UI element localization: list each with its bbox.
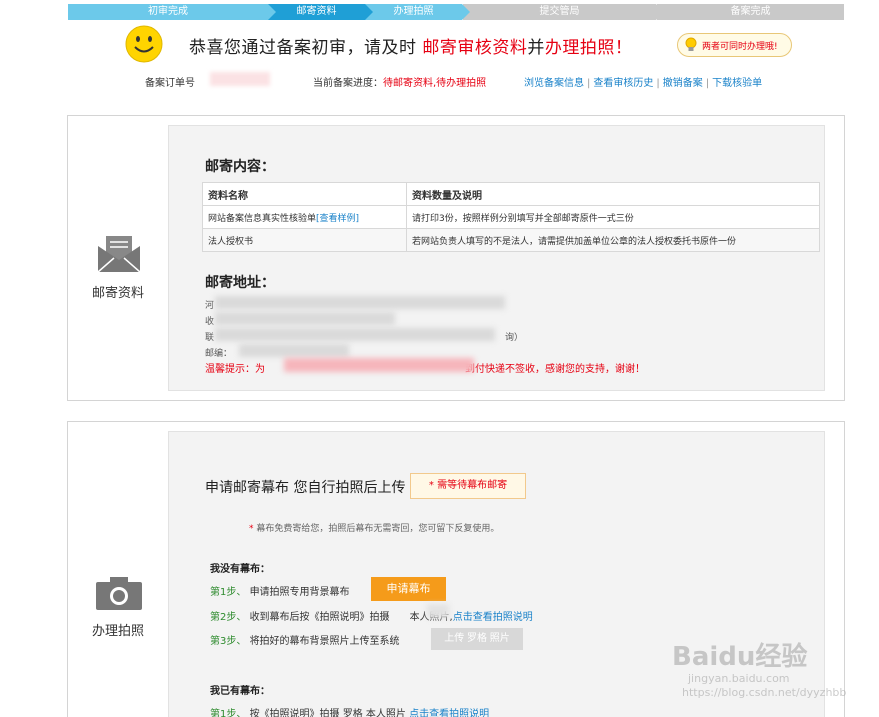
progress-steps: 初审完成 邮寄资料 办理拍照 提交管局 备案完成 <box>68 4 844 20</box>
table-row: 法人授权书 若网站负责人填写的不是法人，请需提供加盖单位公章的法人授权委托书原件… <box>202 228 820 252</box>
mail-docs-label: 邮寄资料 <box>91 286 144 301</box>
camera-icon <box>96 577 142 610</box>
step-photo: 办理拍照 <box>365 4 470 20</box>
warm-tip-redacted <box>284 358 474 372</box>
baidu-watermark: Baidu经验 <box>672 642 808 672</box>
tip-badge: 两者可同时办理哦! <box>677 33 792 57</box>
postcode-redacted <box>239 344 349 357</box>
blog-watermark: https://blog.csdn.net/dyyzhbb <box>682 686 847 699</box>
column-header: 资料名称 <box>202 182 407 206</box>
lightbulb-icon <box>685 37 697 51</box>
apply-curtain-title: 申请邮寄幕布 您自行拍照后上传 <box>205 480 406 496</box>
upload-photo-button[interactable]: 上传 罗格 照片 <box>431 628 523 650</box>
view-filing-link[interactable]: 浏览备案信息 <box>524 78 584 89</box>
name-redacted <box>427 604 449 618</box>
photo-guide-link-2[interactable]: 点击查看拍照说明 <box>409 709 489 717</box>
order-number-redacted <box>210 72 270 86</box>
step3-line: 第3步、 将拍好的幕布背景照片上传至系统 <box>210 636 400 647</box>
photo-label: 办理拍照 <box>91 624 144 639</box>
contact-redacted <box>215 328 495 341</box>
mail-content-title: 邮寄内容： <box>205 159 275 175</box>
table-row: 网站备案信息真实性核验单[查看样例] 请打印3份，按照样例分别填写并全部邮寄原件… <box>202 205 820 229</box>
smiley-icon <box>125 25 163 63</box>
column-header: 资料数量及说明 <box>406 182 820 206</box>
progress-status: 当前备案进度：待邮寄资料,待办理拍照 <box>313 78 487 89</box>
download-form-link[interactable]: 下载核验单 <box>712 78 762 89</box>
no-curtain-title: 我没有幕布： <box>210 564 270 575</box>
photo-guide-link[interactable]: 点击查看拍照说明 <box>453 612 533 623</box>
step1-line: 第1步、 申请拍照专用背景幕布 <box>210 587 350 598</box>
recipient-redacted <box>215 312 395 325</box>
mail-address-title: 邮寄地址： <box>205 275 275 291</box>
step-first-review: 初审完成 <box>68 4 276 20</box>
order-number-label: 备案订单号 <box>145 78 195 89</box>
step1b-line: 第1步、 按《拍照说明》拍摄 罗格 本人照片 点击查看拍照说明 <box>210 705 489 717</box>
mail-docs-panel: 邮寄资料 邮寄内容： 资料名称 资料数量及说明 网站备案信息真实性核验单[查看样… <box>67 115 845 401</box>
baidu-url-watermark: jingyan.baidu.com <box>688 672 790 685</box>
mail-content: 邮寄内容： 资料名称 资料数量及说明 网站备案信息真实性核验单[查看样例] 请打… <box>168 125 825 391</box>
wait-badge: * 需等待幕布邮寄 <box>410 473 526 499</box>
step-mail-docs: 邮寄资料 <box>268 4 373 20</box>
table-header-row: 资料名称 资料数量及说明 <box>202 182 820 206</box>
apply-curtain-button[interactable]: 申请幕布 <box>371 577 446 601</box>
mail-docs-table: 资料名称 资料数量及说明 网站备案信息真实性核验单[查看样例] 请打印3份，按照… <box>202 182 820 252</box>
envelope-icon <box>97 236 141 273</box>
curtain-note: * 幕布免费寄给您，拍照后幕布无需寄回，您可留下反复使用。 <box>249 524 500 534</box>
congrats-message: 恭喜您通过备案初审，请及时 邮寄审核资料并办理拍照！ <box>189 38 633 58</box>
step-filing-done: 备案完成 <box>656 4 844 20</box>
view-sample-link[interactable]: [查看样例] <box>316 214 359 224</box>
cancel-filing-link[interactable]: 撤销备案 <box>663 78 703 89</box>
step-submit-bureau: 提交管局 <box>462 4 664 20</box>
have-curtain-title: 我已有幕布： <box>210 686 270 697</box>
review-history-link[interactable]: 查看审核历史 <box>593 78 653 89</box>
action-links: 浏览备案信息 | 查看审核历史 | 撤销备案 | 下载核验单 <box>524 78 763 89</box>
step2-line: 第2步、 收到幕布后按《拍照说明》拍摄本人照片,点击查看拍照说明 <box>210 612 533 623</box>
address-redacted <box>215 296 505 309</box>
